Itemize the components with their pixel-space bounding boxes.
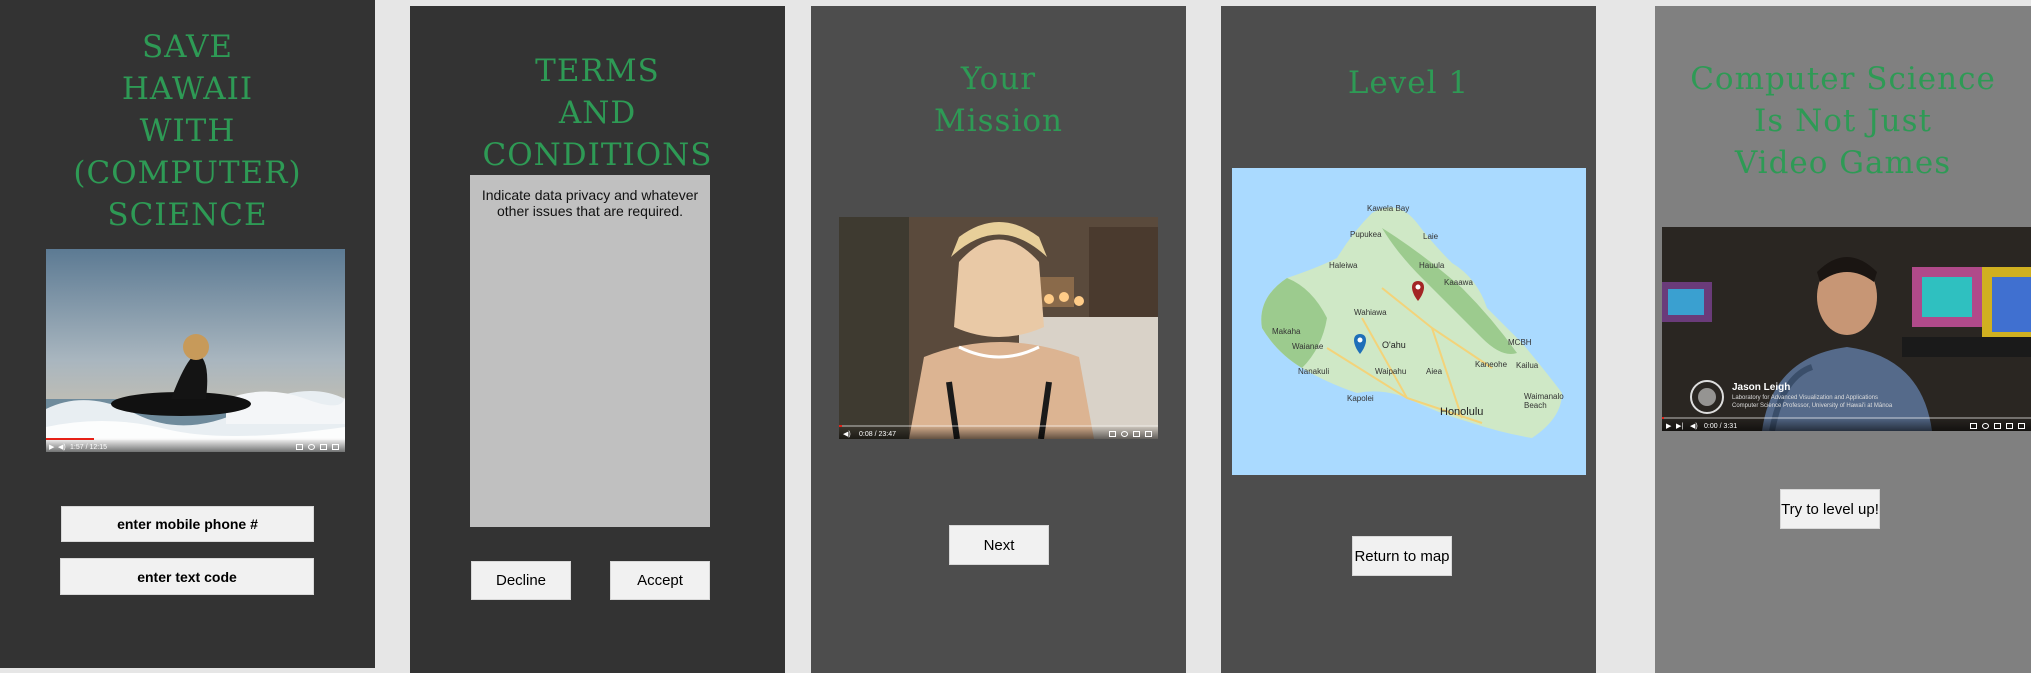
miniplayer-icon[interactable] (1994, 423, 2001, 429)
speaker-title: Computer Science Professor, University o… (1732, 403, 1893, 409)
map-label: Nanakuli (1298, 367, 1330, 376)
video-time: 0:00 / 3:31 (1704, 423, 1738, 430)
terms-text-box[interactable]: Indicate data privacy and whatever other… (470, 175, 710, 527)
screen-title: Computer Science Is Not Just Video Games (1690, 61, 1996, 181)
screen-cs-not-games: Computer Science Is Not Just Video Games… (1655, 6, 2031, 673)
accept-button[interactable]: Accept (610, 561, 710, 600)
miniplayer-icon[interactable] (320, 444, 327, 450)
play-icon[interactable]: ▶ (1666, 422, 1671, 430)
fullscreen-icon[interactable] (2018, 423, 2025, 429)
enter-text-code-button[interactable]: enter text code (60, 558, 314, 595)
oahu-map-graphic (1261, 207, 1562, 438)
screen-title: Level 1 (1347, 65, 1470, 101)
map-label: Kapolei (1347, 394, 1374, 403)
theater-icon[interactable] (2006, 423, 2013, 429)
video-progress-bar[interactable] (839, 425, 1158, 427)
map-label: Laie (1423, 232, 1439, 241)
terms-body-text: Indicate data privacy and whatever other… (481, 187, 699, 219)
map-label: Waipahu (1375, 367, 1407, 376)
try-level-up-button[interactable]: Try to level up! (1780, 489, 1880, 529)
video-progress-fill (46, 438, 94, 440)
map-label: Kaaawa (1444, 278, 1473, 287)
map-label: Hauula (1419, 261, 1445, 270)
video-control-icons (296, 444, 339, 450)
captions-icon[interactable] (296, 444, 303, 450)
map-label: Kawela Bay (1367, 204, 1410, 213)
screen-mission: Your Mission ◀) 0:08 / 23:47 Next (811, 6, 1186, 673)
speaker-lab: Laboratory for Advanced Visualization an… (1732, 395, 1878, 401)
screen-title: Your Mission (933, 61, 1064, 139)
screen-save-hawaii: SAVE HAWAII WITH (COMPUTER) SCIENCE ▶ ◀)… (0, 0, 375, 668)
mission-video-player[interactable]: ◀) 0:08 / 23:47 (839, 217, 1158, 439)
decline-button[interactable]: Decline (471, 561, 571, 600)
theater-icon[interactable] (1145, 431, 1152, 437)
settings-icon[interactable] (308, 444, 315, 450)
settings-icon[interactable] (1121, 431, 1128, 437)
video-progress-fill (1662, 417, 1664, 419)
map-label: Haleiwa (1329, 261, 1358, 270)
map-label: Kailua (1516, 361, 1539, 370)
video-progress-bar[interactable] (46, 438, 345, 440)
volume-icon[interactable]: ◀) (843, 430, 851, 438)
screen-title: TERMS AND CONDITIONS (482, 53, 713, 173)
map-label: Waianae (1292, 342, 1324, 351)
theater-icon[interactable] (332, 444, 339, 450)
map-label: Wahiawa (1354, 308, 1387, 317)
screen-terms: TERMS AND CONDITIONS Indicate data priva… (410, 6, 785, 673)
enter-phone-button[interactable]: enter mobile phone # (61, 506, 314, 542)
miniplayer-icon[interactable] (1133, 431, 1140, 437)
captions-icon[interactable] (1970, 423, 1977, 429)
map-label: Aiea (1426, 367, 1443, 376)
video-control-icons (1970, 423, 2025, 429)
mission-video-frame (839, 217, 1158, 439)
volume-icon[interactable]: ◀) (1690, 422, 1698, 430)
surfer-video-frame (46, 249, 345, 452)
speaker-name: Jason Leigh (1732, 382, 1791, 393)
map-label: Honolulu (1440, 406, 1484, 418)
screen-level-1: Level 1 Kawela Bay Pupukea Laie Hauula H… (1221, 6, 1596, 673)
return-to-map-button[interactable]: Return to map (1352, 536, 1452, 576)
captions-icon[interactable] (1109, 431, 1116, 437)
settings-icon[interactable] (1982, 423, 1989, 429)
map-label: Waimanalo Beach (1524, 392, 1564, 410)
video-time: 1:57 / 12:15 (70, 444, 107, 451)
map-label: O'ahu (1382, 340, 1406, 350)
map-label: Makaha (1272, 327, 1301, 336)
volume-icon[interactable]: ◀) (58, 443, 66, 451)
map-label: MCBH (1508, 338, 1532, 347)
map-label: Kaneohe (1475, 360, 1508, 369)
video-progress-bar[interactable] (1662, 417, 2031, 419)
screen-title: SAVE HAWAII WITH (COMPUTER) SCIENCE (73, 29, 302, 233)
map-label: Pupukea (1350, 230, 1382, 239)
intro-video-player[interactable]: ▶ ◀) 1:57 / 12:15 (46, 249, 345, 452)
video-progress-fill (839, 425, 843, 427)
video-control-icons (1109, 431, 1152, 437)
next-button[interactable]: Next (949, 525, 1049, 565)
video-time: 0:08 / 23:47 (859, 431, 896, 438)
play-icon[interactable]: ▶ (49, 443, 54, 451)
next-icon[interactable]: ▶| (1676, 422, 1683, 430)
cs-video-player[interactable]: Jason Leigh Laboratory for Advanced Visu… (1662, 227, 2031, 431)
oahu-map[interactable]: Kawela Bay Pupukea Laie Hauula Haleiwa K… (1232, 168, 1586, 475)
